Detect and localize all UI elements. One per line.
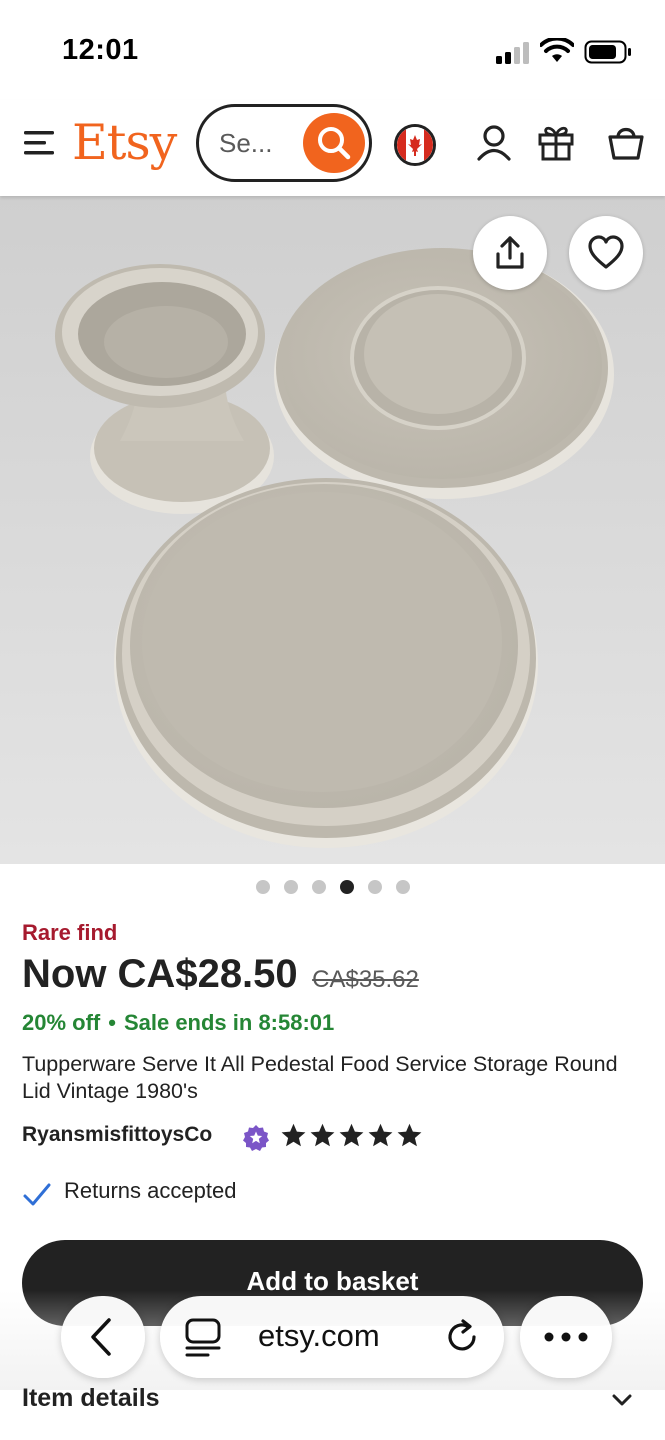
item-details-accordion[interactable]: Item details — [0, 1372, 665, 1432]
rare-find-badge: Rare find — [22, 920, 118, 945]
browser-address-bar[interactable]: etsy.com — [160, 1296, 504, 1378]
canada-flag-icon — [397, 127, 433, 163]
reload-icon[interactable] — [444, 1317, 482, 1357]
browser-back-button[interactable] — [61, 1296, 145, 1378]
carousel-dot-active[interactable] — [339, 880, 354, 894]
share-icon — [496, 236, 524, 269]
star-seller-badge-icon — [243, 1125, 269, 1151]
carousel-pagination — [0, 880, 665, 900]
current-price: Now CA$28.50 — [22, 952, 298, 996]
menu-icon[interactable] — [22, 128, 58, 158]
cellular-signal-icon — [496, 42, 529, 64]
discount-text: 20% off — [22, 1010, 101, 1035]
favorite-button[interactable] — [569, 216, 643, 290]
star-icon — [368, 1123, 393, 1147]
original-price: CA$35.62 — [312, 966, 419, 993]
browser-more-button[interactable] — [520, 1296, 612, 1378]
product-title: Tupperware Serve It All Pedestal Food Se… — [22, 1052, 618, 1103]
sale-separator: • — [108, 1010, 116, 1035]
heart-icon — [588, 235, 624, 269]
carousel-dot[interactable] — [283, 880, 298, 894]
star-icon — [281, 1123, 306, 1147]
search-icon — [318, 127, 351, 160]
back-icon — [91, 1318, 111, 1356]
returns-accepted-text: Returns accepted — [64, 1178, 237, 1203]
star-icon — [339, 1123, 364, 1147]
search-button[interactable] — [303, 113, 365, 173]
etsy-logo[interactable]: Etsy — [72, 114, 177, 171]
carousel-dot[interactable] — [255, 880, 270, 894]
item-details-label: Item details — [22, 1384, 160, 1412]
rating-stars — [280, 1122, 423, 1150]
tab-icon — [185, 1318, 221, 1357]
price-row: Now CA$28.50 CA$35.62 — [22, 952, 419, 997]
search-bar — [196, 104, 372, 182]
sale-countdown: Sale ends in 8:58:01 — [123, 1010, 335, 1035]
status-bar: 12:01 — [0, 0, 665, 100]
account-icon[interactable] — [474, 122, 514, 162]
checkmark-icon — [23, 1183, 51, 1206]
star-icon — [397, 1123, 422, 1147]
region-selector-button[interactable] — [394, 124, 436, 166]
status-time: 12:01 — [62, 34, 139, 66]
more-icon — [544, 1332, 588, 1342]
site-header: Etsy — [0, 100, 665, 196]
wifi-icon — [540, 38, 574, 62]
product-image-carousel[interactable] — [0, 196, 665, 864]
search-input[interactable] — [219, 125, 299, 161]
carousel-dot[interactable] — [367, 880, 382, 894]
star-icon — [310, 1123, 335, 1147]
url-text: etsy.com — [258, 1318, 380, 1353]
battery-icon — [584, 40, 631, 64]
seller-name-link[interactable]: RyansmisfittoysCo — [22, 1123, 212, 1147]
product-photo — [0, 196, 665, 864]
carousel-dot[interactable] — [311, 880, 326, 894]
chevron-down-icon — [612, 1394, 632, 1406]
gift-icon[interactable] — [536, 122, 576, 162]
basket-icon[interactable] — [606, 122, 646, 162]
share-button[interactable] — [473, 216, 547, 290]
carousel-dot[interactable] — [395, 880, 410, 894]
sale-info: 20% off • Sale ends in 8:58:01 — [22, 1010, 334, 1036]
